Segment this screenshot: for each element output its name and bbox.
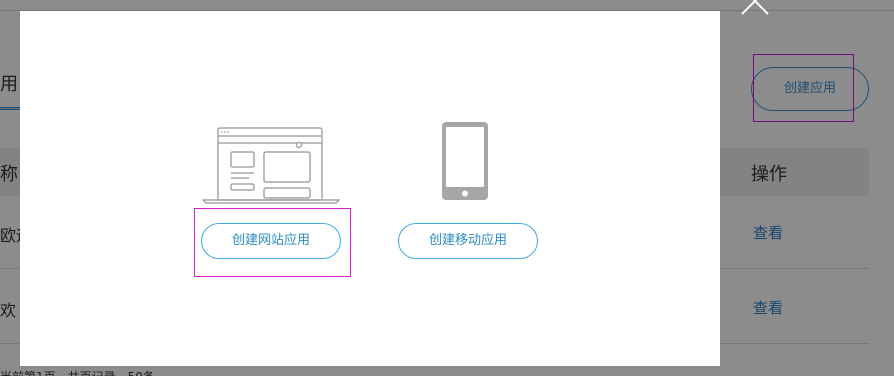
screen: 用 创建应用 称 操作 欧远 查看 欢 查看 当前第1页，共页记录，50条 [0, 0, 894, 376]
create-mobile-app-button[interactable]: 创建移动应用 [398, 223, 538, 259]
laptop-icon [202, 127, 340, 204]
create-app-modal: 创建网站应用 创建移动应用 [20, 11, 720, 366]
mobile-phone-icon [442, 122, 488, 200]
close-icon[interactable] [740, 0, 770, 16]
create-website-app-button[interactable]: 创建网站应用 [201, 223, 341, 259]
